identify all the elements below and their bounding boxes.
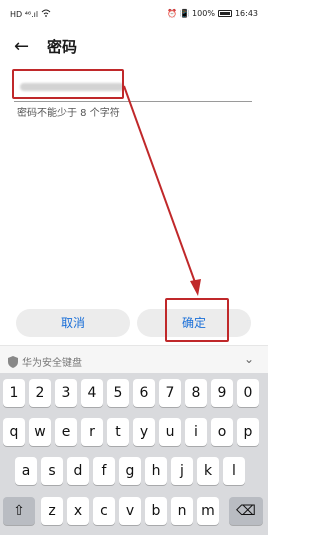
key-u[interactable]: u bbox=[159, 418, 181, 446]
key-w[interactable]: w bbox=[29, 418, 51, 446]
key-h[interactable]: h bbox=[145, 457, 167, 485]
key-9[interactable]: 9 bbox=[211, 379, 233, 407]
key-6[interactable]: 6 bbox=[133, 379, 155, 407]
keyboard-toolbar: 华为安全键盘 ⌄ bbox=[0, 345, 268, 373]
key-y[interactable]: y bbox=[133, 418, 155, 446]
key-0[interactable]: 0 bbox=[237, 379, 259, 407]
keyboard: 1 2 3 4 5 6 7 8 9 0 q w e r t y u i o p … bbox=[0, 373, 268, 535]
shield-icon bbox=[8, 353, 18, 372]
key-c[interactable]: c bbox=[93, 497, 115, 525]
key-p[interactable]: p bbox=[237, 418, 259, 446]
key-3[interactable]: 3 bbox=[55, 379, 77, 407]
key-v[interactable]: v bbox=[119, 497, 141, 525]
key-4[interactable]: 4 bbox=[81, 379, 103, 407]
backspace-icon[interactable]: ⌫ bbox=[229, 497, 263, 525]
key-l[interactable]: l bbox=[223, 457, 245, 485]
key-m[interactable]: m bbox=[197, 497, 219, 525]
chevron-down-icon[interactable]: ⌄ bbox=[244, 352, 254, 366]
key-n[interactable]: n bbox=[171, 497, 193, 525]
key-o[interactable]: o bbox=[211, 418, 233, 446]
key-5[interactable]: 5 bbox=[107, 379, 129, 407]
key-g[interactable]: g bbox=[119, 457, 141, 485]
key-s[interactable]: s bbox=[41, 457, 63, 485]
keyboard-title: 华为安全键盘 bbox=[22, 358, 82, 369]
key-b[interactable]: b bbox=[145, 497, 167, 525]
key-e[interactable]: e bbox=[55, 418, 77, 446]
key-d[interactable]: d bbox=[67, 457, 89, 485]
key-j[interactable]: j bbox=[171, 457, 193, 485]
key-a[interactable]: a bbox=[15, 457, 37, 485]
key-k[interactable]: k bbox=[197, 457, 219, 485]
key-2[interactable]: 2 bbox=[29, 379, 51, 407]
key-1[interactable]: 1 bbox=[3, 379, 25, 407]
key-z[interactable]: z bbox=[41, 497, 63, 525]
key-i[interactable]: i bbox=[185, 418, 207, 446]
key-f[interactable]: f bbox=[93, 457, 115, 485]
key-7[interactable]: 7 bbox=[159, 379, 181, 407]
key-q[interactable]: q bbox=[3, 418, 25, 446]
key-8[interactable]: 8 bbox=[185, 379, 207, 407]
key-x[interactable]: x bbox=[67, 497, 89, 525]
key-r[interactable]: r bbox=[81, 418, 103, 446]
shift-icon[interactable]: ⇧ bbox=[3, 497, 35, 525]
key-t[interactable]: t bbox=[107, 418, 129, 446]
